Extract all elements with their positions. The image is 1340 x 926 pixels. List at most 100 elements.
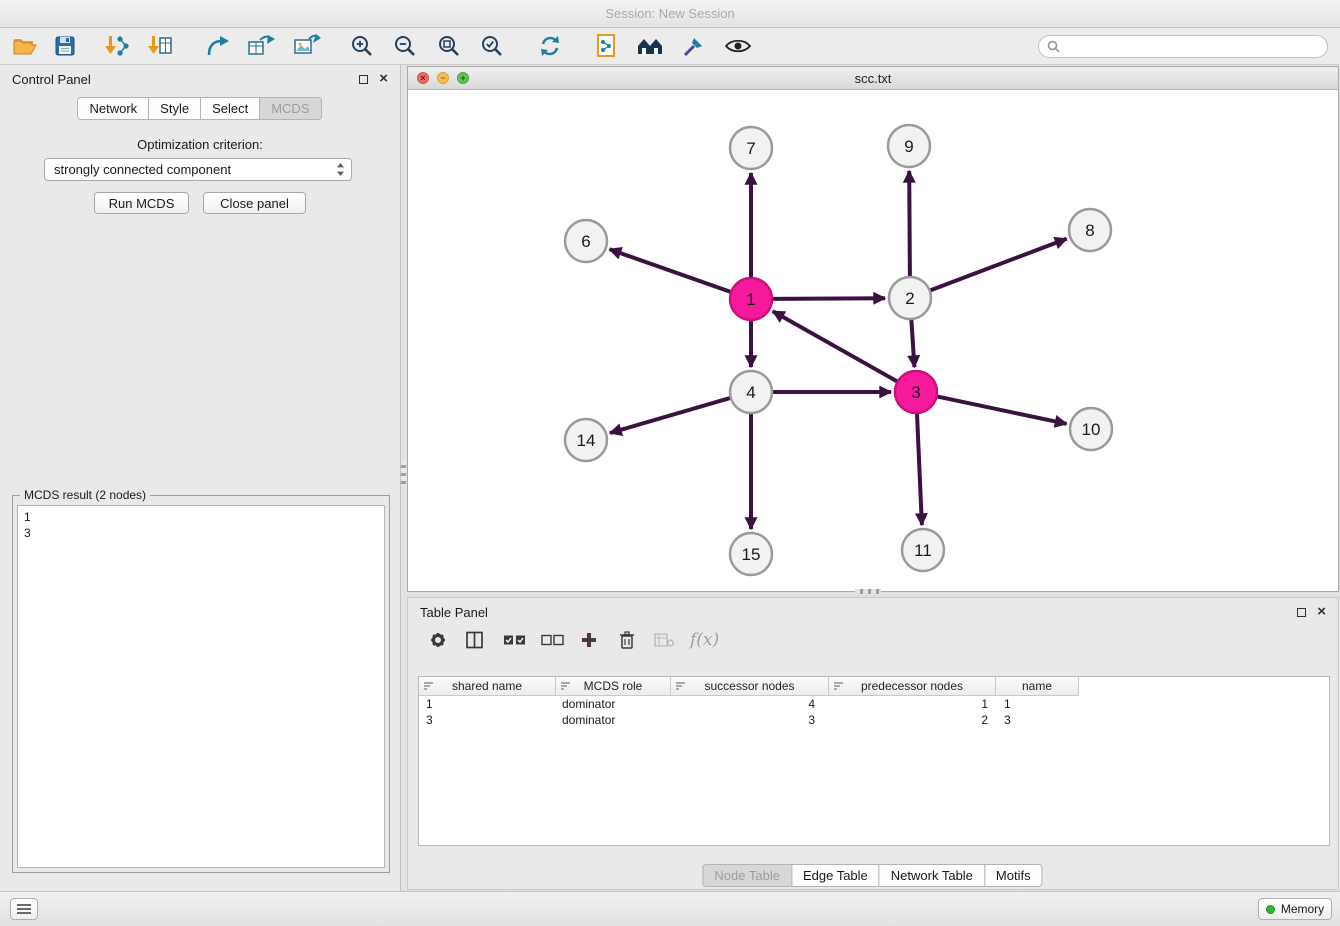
status-bar: Memory	[0, 891, 1340, 926]
column-label: shared name	[452, 679, 522, 693]
tab-mcds[interactable]: MCDS	[259, 97, 321, 120]
zoom-out-icon	[393, 34, 417, 58]
show-hide-details-button[interactable]	[724, 36, 752, 56]
tab-node-table[interactable]: Node Table	[702, 864, 792, 887]
graph-edge-2-3[interactable]	[911, 320, 914, 367]
add-column-button[interactable]	[580, 631, 598, 649]
table-row[interactable]: 1 dominator 4 1 1	[419, 696, 1079, 712]
search-input[interactable]	[1065, 36, 1327, 57]
zoom-in-button[interactable]	[350, 34, 374, 58]
graph-edge-4-14[interactable]	[610, 398, 730, 433]
zoom-fit-button[interactable]	[437, 34, 461, 58]
deselect-all-icon	[541, 633, 564, 647]
table-settings-button[interactable]	[428, 630, 448, 650]
table-row[interactable]: 3 dominator 3 2 3	[419, 712, 1079, 728]
clone-network-button[interactable]	[594, 33, 618, 59]
zoom-selected-button[interactable]	[480, 34, 504, 58]
graph-node-label-2: 2	[905, 289, 914, 308]
mcds-result-list[interactable]: 1 3	[17, 505, 385, 868]
graph-node-label-15: 15	[742, 545, 761, 564]
graph-node-label-14: 14	[577, 431, 596, 450]
close-table-panel-icon[interactable]: ×	[1317, 607, 1326, 617]
column-header-mcds-role[interactable]: MCDS role	[556, 677, 671, 696]
memory-button[interactable]: Memory	[1258, 898, 1332, 920]
vertical-splitter-handle[interactable]	[401, 460, 406, 486]
tab-motifs[interactable]: Motifs	[984, 864, 1043, 887]
toolbar-search-field[interactable]	[1038, 35, 1328, 58]
zoom-in-icon	[350, 34, 374, 58]
column-header-shared-name[interactable]: shared name	[419, 677, 556, 696]
tab-select[interactable]: Select	[200, 97, 260, 120]
graph-edge-3-10[interactable]	[938, 397, 1067, 424]
open-session-button[interactable]	[12, 35, 38, 57]
column-visibility-button[interactable]	[465, 631, 484, 650]
window-title: Session: New Session	[605, 6, 734, 21]
graph-node-label-9: 9	[904, 137, 913, 156]
task-history-button[interactable]	[10, 898, 38, 920]
select-all-button[interactable]	[503, 633, 526, 647]
delete-table-button[interactable]	[654, 632, 675, 648]
network-graph[interactable]: 7968124314101511	[408, 90, 1338, 591]
window-controls: × − +	[417, 67, 469, 89]
close-panel-icon[interactable]: ×	[379, 74, 388, 84]
zoom-window-icon[interactable]: +	[457, 72, 469, 84]
column-attr-icon	[560, 681, 571, 691]
style-brush-button[interactable]	[682, 34, 706, 58]
graph-node-label-4: 4	[746, 383, 755, 402]
cell-predecessor-nodes: 1	[829, 696, 996, 712]
tab-network[interactable]: Network	[77, 97, 149, 120]
graph-edge-2-9[interactable]	[909, 171, 910, 276]
export-table-icon	[247, 34, 275, 58]
close-window-icon[interactable]: ×	[417, 72, 429, 84]
graph-node-label-1: 1	[746, 290, 755, 309]
optimization-criterion-select[interactable]: strongly connected component	[44, 158, 352, 181]
zoom-out-button[interactable]	[393, 34, 417, 58]
import-network-button[interactable]	[103, 34, 129, 58]
tab-network-table[interactable]: Network Table	[879, 864, 985, 887]
horizontal-splitter-handle[interactable]	[855, 589, 881, 594]
column-attr-icon	[423, 681, 434, 691]
export-table-button[interactable]	[247, 34, 275, 58]
run-mcds-button[interactable]: Run MCDS	[94, 192, 189, 214]
tab-edge-table[interactable]: Edge Table	[791, 864, 880, 887]
graph-node-label-11: 11	[914, 541, 932, 560]
save-session-button[interactable]	[54, 35, 76, 57]
column-header-predecessor-nodes[interactable]: predecessor nodes	[829, 677, 996, 696]
float-panel-icon[interactable]	[359, 75, 368, 84]
first-neighbors-button[interactable]	[636, 35, 664, 57]
clone-network-icon	[594, 33, 618, 59]
graph-edge-2-8[interactable]	[931, 239, 1067, 290]
memory-label: Memory	[1281, 902, 1324, 916]
open-folder-icon	[12, 35, 38, 57]
graph-edge-1-6[interactable]	[610, 249, 731, 291]
refresh-layout-icon	[538, 34, 562, 58]
delete-column-button[interactable]	[618, 630, 636, 650]
export-network-icon	[205, 34, 231, 58]
save-floppy-icon	[54, 35, 76, 57]
apply-layout-button[interactable]	[538, 34, 562, 58]
delete-table-icon	[654, 632, 675, 648]
tab-style[interactable]: Style	[148, 97, 201, 120]
import-table-button[interactable]	[147, 34, 173, 58]
mcds-result-title: MCDS result (2 nodes)	[20, 488, 150, 502]
column-attr-icon	[833, 681, 844, 691]
deselect-all-button[interactable]	[541, 633, 564, 647]
column-header-successor-nodes[interactable]: successor nodes	[671, 677, 829, 696]
cell-name: 1	[996, 696, 1079, 712]
column-header-name[interactable]: name	[996, 677, 1079, 696]
graph-edge-1-2[interactable]	[773, 298, 885, 299]
network-window-titlebar[interactable]: × − + scc.txt	[408, 67, 1338, 90]
graph-edge-3-1[interactable]	[773, 311, 897, 381]
graph-edge-3-11[interactable]	[917, 414, 922, 525]
result-line: 3	[24, 525, 378, 541]
close-panel-button[interactable]: Close panel	[203, 192, 306, 214]
table-panel-title: Table Panel	[420, 605, 488, 620]
export-image-button[interactable]	[293, 34, 321, 58]
column-label: MCDS role	[584, 679, 643, 693]
function-builder-button[interactable]: f(x)	[690, 630, 719, 650]
column-label: predecessor nodes	[861, 679, 963, 693]
export-network-button[interactable]	[205, 34, 231, 58]
network-canvas[interactable]: 7968124314101511	[408, 90, 1338, 591]
float-table-panel-icon[interactable]	[1297, 608, 1306, 617]
minimize-window-icon[interactable]: −	[437, 72, 449, 84]
